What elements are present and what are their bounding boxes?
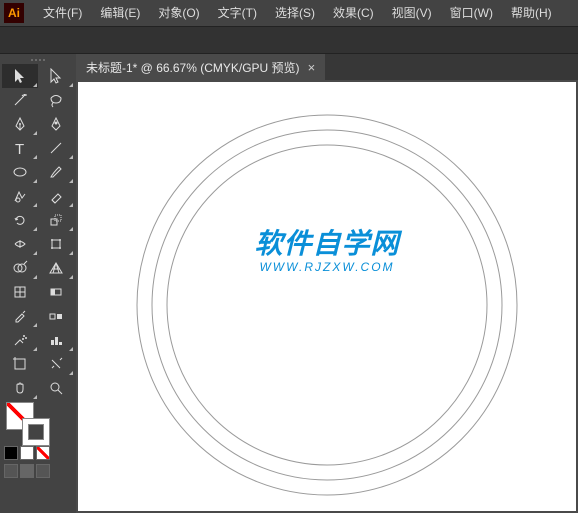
shape-builder-tool[interactable] bbox=[2, 256, 38, 280]
menu-view[interactable]: 视图(V) bbox=[383, 0, 441, 26]
menu-object[interactable]: 对象(O) bbox=[149, 0, 208, 26]
mesh-tool[interactable] bbox=[2, 280, 38, 304]
direct-selection-tool[interactable] bbox=[38, 64, 74, 88]
panel-grip[interactable] bbox=[0, 56, 76, 64]
document-area: 未标题-1* @ 66.67% (CMYK/GPU 预览) × 软件自学网 WW… bbox=[76, 54, 578, 513]
menu-effect[interactable]: 效果(C) bbox=[324, 0, 383, 26]
draw-mode-2[interactable] bbox=[36, 464, 50, 478]
shaper-tool[interactable] bbox=[2, 184, 38, 208]
rotate-tool[interactable] bbox=[2, 208, 38, 232]
curvature-tool[interactable] bbox=[38, 112, 74, 136]
menu-select[interactable]: 选择(S) bbox=[266, 0, 324, 26]
slice-tool[interactable] bbox=[38, 352, 74, 376]
menu-help[interactable]: 帮助(H) bbox=[502, 0, 561, 26]
artwork-circles bbox=[127, 105, 527, 505]
pen-tool[interactable] bbox=[2, 112, 38, 136]
app-logo: Ai bbox=[4, 3, 24, 23]
color-mode-row bbox=[0, 444, 76, 462]
hand-tool[interactable] bbox=[2, 376, 38, 400]
lasso-tool[interactable] bbox=[38, 88, 74, 112]
artboard-tool[interactable] bbox=[2, 352, 38, 376]
gradient-tool[interactable] bbox=[38, 280, 74, 304]
color-solid[interactable] bbox=[4, 446, 18, 460]
ellipse-tool[interactable] bbox=[2, 160, 38, 184]
svg-text:T: T bbox=[15, 141, 24, 156]
color-none[interactable] bbox=[36, 446, 50, 460]
perspective-tool[interactable] bbox=[38, 256, 74, 280]
tab-close-icon[interactable]: × bbox=[308, 60, 316, 75]
scale-tool[interactable] bbox=[38, 208, 74, 232]
document-tab[interactable]: 未标题-1* @ 66.67% (CMYK/GPU 预览) × bbox=[76, 54, 325, 80]
graph-tool[interactable] bbox=[38, 328, 74, 352]
menu-bar: Ai 文件(F) 编辑(E) 对象(O) 文字(T) 选择(S) 效果(C) 视… bbox=[0, 0, 578, 26]
fill-stroke-swatch[interactable] bbox=[0, 400, 76, 444]
screen-mode-row bbox=[0, 462, 76, 480]
magic-wand-tool[interactable] bbox=[2, 88, 38, 112]
type-tool[interactable]: T bbox=[2, 136, 38, 160]
symbol-sprayer-tool[interactable] bbox=[2, 328, 38, 352]
blend-tool[interactable] bbox=[38, 304, 74, 328]
free-transform-tool[interactable] bbox=[38, 232, 74, 256]
eraser-tool[interactable] bbox=[38, 184, 74, 208]
watermark: 软件自学网 WWW.RJZXW.COM bbox=[254, 230, 399, 274]
tool-grid: T bbox=[0, 64, 76, 400]
screen-mode[interactable] bbox=[4, 464, 18, 478]
stroke-swatch[interactable] bbox=[22, 418, 50, 446]
menu-window[interactable]: 窗口(W) bbox=[441, 0, 502, 26]
control-bar bbox=[0, 26, 578, 54]
zoom-tool[interactable] bbox=[38, 376, 74, 400]
paintbrush-tool[interactable] bbox=[38, 160, 74, 184]
color-gradient[interactable] bbox=[20, 446, 34, 460]
main-area: T bbox=[0, 54, 578, 513]
menu-file[interactable]: 文件(F) bbox=[34, 0, 91, 26]
watermark-en: WWW.RJZXW.COM bbox=[254, 260, 399, 274]
eyedropper-tool[interactable] bbox=[2, 304, 38, 328]
selection-tool[interactable] bbox=[2, 64, 38, 88]
artboard[interactable]: 软件自学网 WWW.RJZXW.COM bbox=[78, 82, 576, 511]
watermark-cn: 软件自学网 bbox=[254, 230, 399, 258]
width-tool[interactable] bbox=[2, 232, 38, 256]
tab-bar: 未标题-1* @ 66.67% (CMYK/GPU 预览) × bbox=[76, 54, 578, 80]
tab-title: 未标题-1* @ 66.67% (CMYK/GPU 预览) bbox=[86, 59, 300, 76]
menu-type[interactable]: 文字(T) bbox=[209, 0, 266, 26]
menu-edit[interactable]: 编辑(E) bbox=[91, 0, 149, 26]
tools-panel: T bbox=[0, 54, 76, 513]
line-tool[interactable] bbox=[38, 136, 74, 160]
draw-mode[interactable] bbox=[20, 464, 34, 478]
